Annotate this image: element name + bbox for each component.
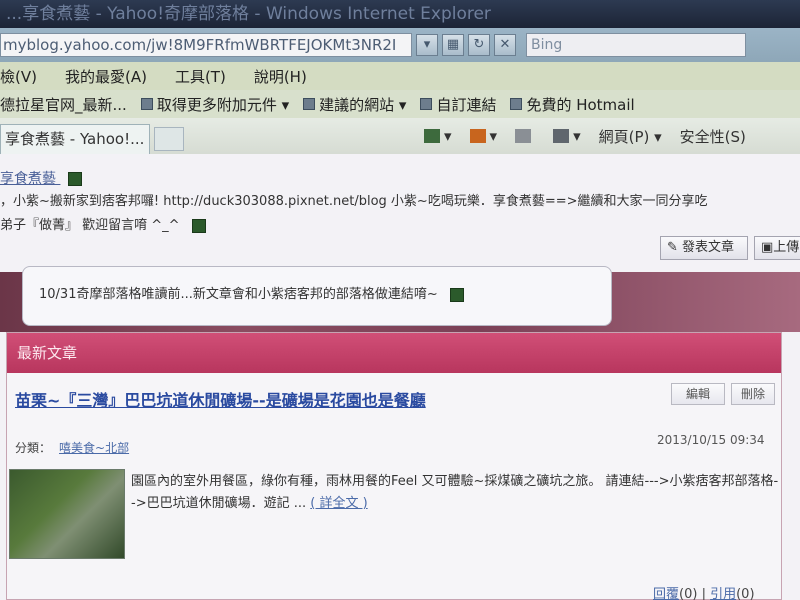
window-title-bar: ...享食煮藝 - Yahoo!奇摩部落格 - Windows Internet… (0, 0, 800, 28)
favorites-bar: 德拉星官网_最新... 取得更多附加元件 ▾ 建議的網站 ▾ 自訂連結 免費的 … (0, 90, 800, 118)
blog-title-text: 享食煮藝 (0, 171, 56, 187)
rss-icon (469, 129, 486, 143)
print-button[interactable]: ▾ (553, 127, 581, 145)
category-row: 分類： 嘻美食~北部 (15, 439, 129, 456)
latest-articles-panel: 最新文章 苗栗~『三灣』巴巴坑道休閒礦場--是礦場是花園也是餐廳 編輯 刪除 分… (6, 332, 782, 600)
edit-button[interactable]: 編輯 (671, 383, 725, 405)
panel-header: 最新文章 (7, 333, 781, 373)
category-label: 分類： (15, 441, 52, 455)
page-content: 享食煮藝 ，小紫~搬新家到痞客邦囉! http://duck303088.pix… (0, 154, 800, 600)
notice-text: 10/31奇摩部落格唯讀前...新文章會和小紫痞客邦的部落格做連結唷~ (39, 287, 438, 302)
menu-help[interactable]: 說明(H) (254, 66, 307, 87)
mail-button[interactable] (515, 129, 535, 143)
blog-description: ，小紫~搬新家到痞客邦囉! http://duck303088.pixnet.n… (0, 194, 708, 209)
blog-description-text: 弟子『做菁』 歡迎留言唷 ^_^ (0, 218, 180, 233)
read-more-link[interactable]: ( 詳全文 ) (310, 496, 367, 511)
stop-icon[interactable]: ✕ (494, 34, 516, 56)
excerpt-text: 園區內的室外用餐區，綠你有種，雨林用餐的Feel 又可體驗~採煤礦之礦坑之旅。 … (131, 474, 779, 511)
page-icon (303, 98, 316, 110)
edit-pencil-icon[interactable] (68, 172, 83, 186)
menu-bar: 檢(V) 我的最愛(A) 工具(T) 說明(H) (0, 62, 800, 90)
article-thumbnail[interactable] (9, 469, 125, 559)
favorite-link[interactable]: 自訂連結 (420, 94, 496, 115)
command-bar: 享食煮藝 - Yahoo!... ▾ ▾ ▾ 網頁(P) ▾ 安全性(S) (0, 118, 800, 154)
favorite-label: 自訂連結 (436, 95, 497, 114)
search-input[interactable]: Bing (526, 33, 746, 57)
compat-view-icon[interactable]: ▦ (442, 34, 464, 56)
post-article-label: 發表文章 (682, 240, 735, 255)
feeds-button[interactable]: ▾ (469, 127, 497, 145)
page-icon (420, 98, 433, 110)
window-title: ...享食煮藝 - Yahoo!奇摩部落格 - Windows Internet… (6, 4, 491, 24)
favorite-link[interactable]: 德拉星官网_最新... (0, 94, 127, 115)
favorite-label: 取得更多附加元件 ▾ (156, 95, 290, 114)
reference-link[interactable]: 引用 (710, 587, 736, 600)
notice-box: 10/31奇摩部落格唯讀前...新文章會和小紫痞客邦的部落格做連結唷~ (22, 266, 612, 326)
upload-label: 上傳 (773, 240, 800, 255)
reference-count: (0) (736, 587, 755, 600)
menu-tools[interactable]: 工具(T) (175, 66, 226, 87)
menu-view[interactable]: 檢(V) (0, 66, 37, 87)
article-footer: 回覆(0) | 引用(0) (653, 587, 755, 600)
article-title-link[interactable]: 苗栗~『三灣』巴巴坑道休閒礦場--是礦場是花園也是餐廳 (15, 387, 426, 411)
article-excerpt: 園區內的室外用餐區，綠你有種，雨林用餐的Feel 又可體驗~採煤礦之礦坑之旅。 … (131, 471, 781, 515)
favorite-link[interactable]: 建議的網站 ▾ (303, 94, 406, 115)
address-bar-row: myblog.yahoo.com/jw!8M9FRfmWBRTFEJOKMt3N… (0, 28, 800, 62)
new-tab-button[interactable] (154, 127, 184, 151)
delete-button[interactable]: 刪除 (731, 383, 775, 405)
reply-link[interactable]: 回覆 (653, 587, 679, 600)
favorite-link[interactable]: 免費的 Hotmail (510, 94, 635, 115)
edit-pencil-icon[interactable] (449, 287, 464, 302)
post-article-button[interactable]: ✎ 發表文章 (660, 236, 748, 260)
reply-count: (0) (679, 587, 698, 600)
mail-icon (515, 129, 532, 143)
safety-menu[interactable]: 安全性(S) (680, 126, 746, 147)
favorite-label: 免費的 Hotmail (526, 95, 635, 114)
blog-title[interactable]: 享食煮藝 (0, 168, 83, 188)
dropdown-arrow-icon[interactable]: ▾ (416, 34, 438, 56)
page-menu[interactable]: 網頁(P) ▾ (599, 126, 662, 147)
menu-favorites[interactable]: 我的最愛(A) (65, 66, 147, 87)
home-icon (424, 129, 440, 143)
favorite-label: 德拉星官网_最新... (0, 95, 127, 114)
browser-tab[interactable]: 享食煮藝 - Yahoo!... (0, 124, 150, 154)
category-link[interactable]: 嘻美食~北部 (59, 441, 129, 455)
favorite-label: 建議的網站 ▾ (319, 95, 407, 114)
page-icon (140, 98, 153, 110)
favorite-link[interactable]: 取得更多附加元件 ▾ (140, 94, 290, 115)
refresh-icon[interactable]: ↻ (468, 34, 490, 56)
page-icon (510, 98, 523, 110)
address-input[interactable]: myblog.yahoo.com/jw!8M9FRfmWBRTFEJOKMt3N… (0, 33, 412, 57)
upload-button[interactable]: ▣上傳 (754, 236, 800, 260)
printer-icon (553, 129, 570, 143)
post-date: 2013/10/15 09:34 (657, 433, 765, 447)
home-button[interactable]: ▾ (424, 127, 452, 145)
blog-description-line2: 弟子『做菁』 歡迎留言唷 ^_^ (0, 214, 206, 233)
edit-pencil-icon[interactable] (191, 218, 206, 233)
